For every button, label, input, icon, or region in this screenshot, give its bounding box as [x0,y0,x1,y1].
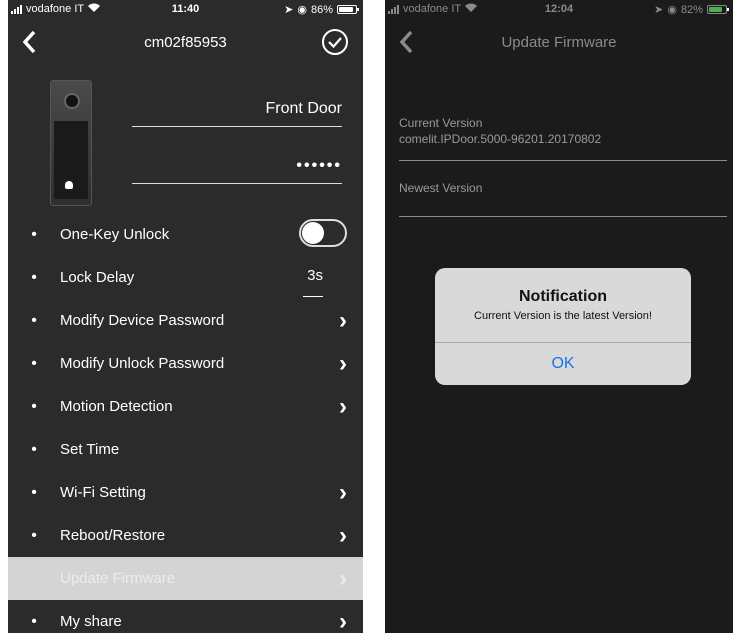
bullet-icon: • [31,397,37,415]
bullet-icon: • [31,440,37,458]
row-wifi-setting[interactable]: • Wi-Fi Setting › [8,471,363,514]
row-label: Set Time [60,441,120,458]
row-label: Reboot/Restore [60,527,166,544]
alarm-icon: ◉ [667,4,677,16]
ok-button[interactable]: OK [435,343,691,385]
row-label: Motion Detection [60,398,173,415]
device-settings-screen: vodafone IT 11:40 ➤ ◉ 86% cm02f85953 Fro… [8,0,363,633]
row-one-key-unlock: • One-Key Unlock [8,213,363,256]
battery-icon [707,5,729,14]
row-label: Modify Unlock Password [60,355,225,372]
page-title: cm02f85953 [144,34,227,51]
bullet-icon: • [31,354,37,372]
battery-icon [337,5,359,14]
newest-version-label: Newest Version [399,181,483,195]
dialog-title: Notification [519,288,607,305]
row-update-firmware[interactable]: Update Firmware › [8,557,363,600]
confirm-button[interactable] [321,28,349,56]
chevron-right-icon: › [339,478,347,506]
status-bar: vodafone IT 12:04 ➤ ◉ 82% [385,0,733,18]
row-lock-delay: • Lock Delay 3s [8,256,363,299]
bullet-icon: • [31,612,37,630]
row-label: Update Firmware [60,570,176,587]
row-label: My share [60,613,122,630]
device-password-field[interactable]: •••••• [132,157,342,184]
bullet-icon: • [31,483,37,501]
row-label: Wi-Fi Setting [60,484,146,501]
location-icon: ➤ [654,4,664,16]
row-label: Modify Device Password [60,312,225,329]
current-version-label: Current Version [399,116,483,130]
device-image [50,80,92,206]
one-key-unlock-toggle[interactable] [299,219,347,247]
row-modify-unlock-password[interactable]: • Modify Unlock Password › [8,342,363,385]
update-firmware-screen: vodafone IT 12:04 ➤ ◉ 82% Update Firmwar… [385,0,733,633]
device-name-field[interactable]: Front Door [132,100,342,127]
chevron-right-icon: › [339,521,347,549]
bullet-icon: • [31,526,37,544]
battery-percent: 82% [680,3,703,16]
row-set-time[interactable]: • Set Time [8,428,363,471]
chevron-right-icon: › [339,564,347,592]
camera-icon [64,93,80,109]
dialog-message: Current Version is the latest Version! [474,310,652,322]
row-my-share[interactable]: • My share › [8,600,363,633]
row-motion-detection[interactable]: • Motion Detection › [8,385,363,428]
notification-dialog: Notification Current Version is the late… [435,268,691,385]
bell-icon [65,181,73,189]
nav-bar: Update Firmware [385,24,733,64]
row-modify-device-password[interactable]: • Modify Device Password › [8,299,363,342]
bullet-icon: • [31,268,37,286]
alarm-icon: ◉ [297,4,307,16]
bullet-icon: • [31,311,37,329]
check-circle-icon [322,29,348,55]
status-bar: vodafone IT 11:40 ➤ ◉ 86% [8,0,363,18]
chevron-right-icon: › [339,349,347,377]
location-icon: ➤ [284,4,294,16]
nav-bar: cm02f85953 [8,24,363,64]
current-version-value: comelit.IPDoor.5000-96201.20170802 [399,132,602,146]
lock-delay-value[interactable]: 3s [307,267,323,284]
chevron-right-icon: › [339,392,347,420]
page-title: Update Firmware [501,34,617,51]
chevron-right-icon: › [339,607,347,633]
bullet-icon: • [31,225,37,243]
battery-percent: 86% [310,3,333,16]
chevron-right-icon: › [339,306,347,334]
row-reboot-restore[interactable]: • Reboot/Restore › [8,514,363,557]
